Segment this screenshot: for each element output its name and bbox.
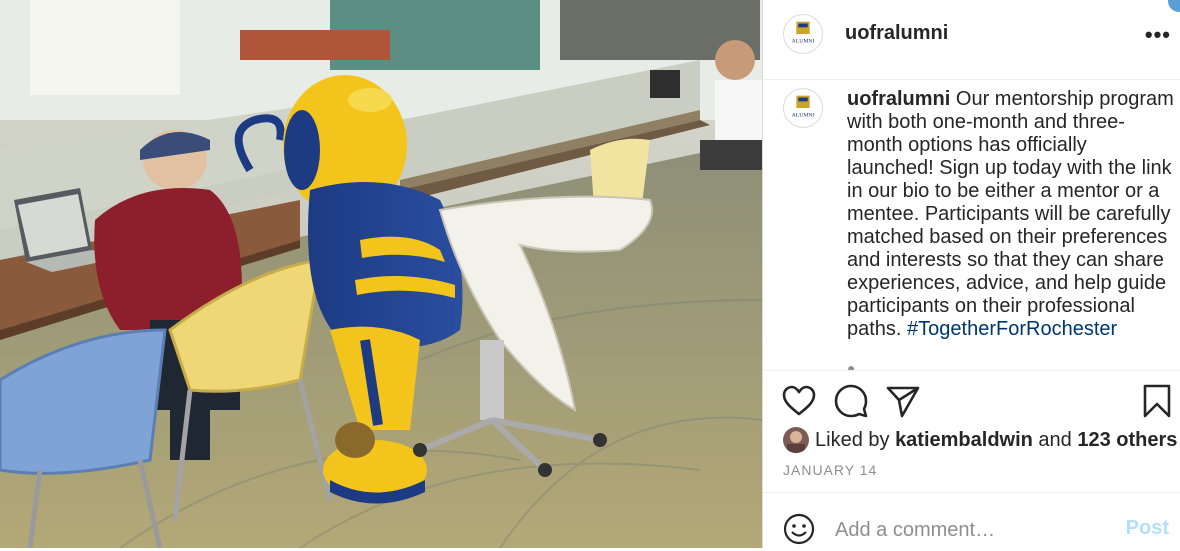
- alumni-logo-icon: ALUMNI: [792, 95, 815, 119]
- caption-section: ALUMNI uofralumni Our mentorship program…: [763, 80, 1180, 370]
- liker-username[interactable]: katiembaldwin: [895, 429, 1033, 452]
- library-mascot-illustration: [0, 0, 762, 548]
- liker-avatar[interactable]: [783, 427, 809, 453]
- likes-middle: and: [1032, 428, 1078, 451]
- post-username[interactable]: uofralumni: [845, 22, 948, 45]
- more-options-icon[interactable]: •••: [1145, 22, 1171, 48]
- alumni-logo-icon: ALUMNI: [792, 21, 815, 45]
- caption-avatar[interactable]: ALUMNI: [783, 88, 823, 128]
- svg-text:ALUMNI: ALUMNI: [792, 39, 815, 45]
- comment-input[interactable]: [833, 509, 1117, 551]
- bookmark-icon[interactable]: [1139, 383, 1175, 419]
- likes-prefix: Liked by: [815, 428, 896, 451]
- post-sidebar: ALUMNI uofralumni ••• ALUMNI uofralumni …: [762, 0, 1180, 551]
- caption-username[interactable]: uofralumni: [847, 88, 950, 110]
- caption-text: Our mentorship program with both one-mon…: [847, 88, 1174, 340]
- truncated-comment-fragment: ●: [847, 360, 856, 370]
- likes-summary: Liked by katiembaldwin and 123 others: [783, 426, 1177, 454]
- paper-plane-icon[interactable]: [885, 383, 921, 419]
- svg-text:ALUMNI: ALUMNI: [792, 113, 815, 119]
- instagram-post: ALUMNI uofralumni ••• ALUMNI uofralumni …: [0, 0, 1180, 551]
- post-date[interactable]: JANUARY 14: [783, 462, 877, 478]
- comment-bar: Post: [763, 492, 1180, 551]
- profile-avatar[interactable]: ALUMNI: [783, 14, 823, 54]
- post-caption: uofralumni Our mentorship program with b…: [847, 88, 1177, 341]
- comment-icon[interactable]: [833, 383, 869, 419]
- hashtag-link[interactable]: #TogetherForRochester: [907, 318, 1117, 340]
- post-header: ALUMNI uofralumni •••: [763, 0, 1180, 80]
- action-bar: [763, 370, 1180, 430]
- smiley-icon[interactable]: [783, 513, 815, 545]
- post-comment-button[interactable]: Post: [1126, 517, 1169, 540]
- post-photo[interactable]: [0, 0, 762, 548]
- heart-icon[interactable]: [781, 383, 817, 419]
- likes-count-link[interactable]: 123 others: [1077, 429, 1177, 452]
